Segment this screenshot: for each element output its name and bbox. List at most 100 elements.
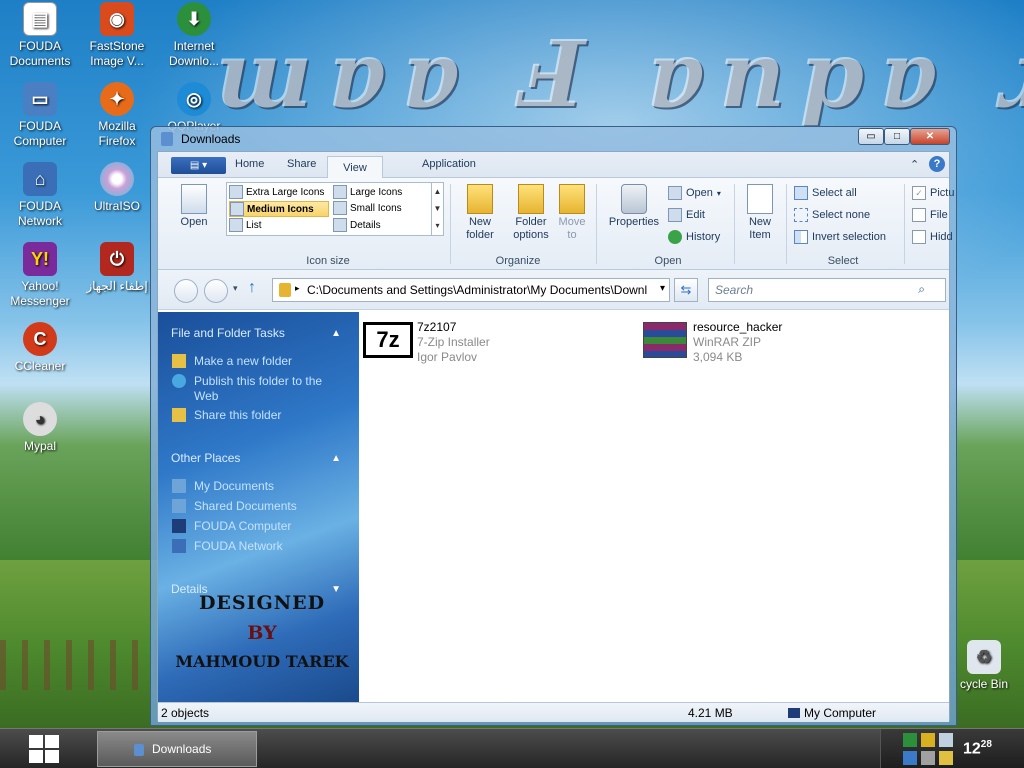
collapse-icon[interactable]: ▲ [331,328,341,339]
publish-web-icon [172,374,186,388]
back-button[interactable] [174,279,198,303]
move-to-button[interactable]: Move to [556,184,588,242]
place-computer[interactable]: FOUDA Computer [194,519,291,534]
group-label-select: Select [827,255,859,267]
edit-icon [668,208,682,222]
shutdown-icon: ⏻ [100,242,134,276]
help-icon[interactable]: ? [929,156,945,172]
taskbar-item-downloads[interactable]: Downloads [97,731,257,767]
pane-icon [181,184,207,214]
navigation-bar: ▾ ↑ ▸ C:\Documents and Settings\Administ… [158,270,949,310]
desktop-icon-documents[interactable]: ▤ FOUDA Documents [2,2,78,69]
tray-app-icon[interactable] [939,751,953,765]
tab-home[interactable]: Home [235,158,264,170]
taskbar: Downloads 1228 [0,728,1024,768]
forward-button[interactable] [204,279,228,303]
mypal-icon: ◕ [23,402,57,436]
windows-logo-icon [29,735,59,763]
layout-option-small[interactable]: Small Icons [333,201,429,215]
minimize-button[interactable]: ▭ [858,128,884,145]
search-input[interactable]: Search ⌕ [708,278,946,302]
desktop-icon-ultraiso[interactable]: UltraISO [79,162,155,214]
desktop-icon-faststone[interactable]: ◉ FastStone Image V... [79,2,155,69]
edit-button[interactable]: Edit [668,208,705,222]
tray-network-icon[interactable] [903,751,917,765]
file-tasks-heading[interactable]: File and Folder Tasks [171,326,285,340]
title-bar[interactable]: Downloads ▭ □ ✕ [151,127,956,151]
address-bar[interactable]: ▸ C:\Documents and Settings\Administrato… [272,278,670,302]
hidden-checkbox[interactable]: Hidd [912,230,953,244]
tab-application[interactable]: Application [422,158,476,170]
gallery-scroll[interactable]: ▲ ▼ ▾ [431,183,443,235]
file-checkbox[interactable]: File [912,208,948,222]
ccleaner-icon: C [23,322,57,356]
layout-option-details[interactable]: Details [333,218,429,232]
maximize-button[interactable]: □ [884,128,910,145]
task-make-folder[interactable]: Make a new folder [194,354,292,369]
history-button[interactable]: History [668,230,720,244]
task-share-folder[interactable]: Share this folder [194,408,281,423]
tab-view[interactable]: View [327,156,383,179]
layout-option-list[interactable]: List [229,218,329,232]
folder-options-button[interactable]: Folder options [508,184,554,242]
desktop-icon-shutdown[interactable]: ⏻ إطفاء الجهاز [79,242,155,294]
open-button[interactable]: Open ▾ [668,186,721,200]
file-menu-button[interactable]: ▤ ▾ [171,157,226,174]
task-publish-web[interactable]: Publish this folder to the Web [194,374,334,404]
status-location: My Computer [804,706,877,720]
properties-button[interactable]: Properties [604,184,664,229]
7zip-icon: 7z [363,322,413,358]
group-label-icon-size: Icon size [306,255,350,267]
desktop-icon-network[interactable]: ⌂ FOUDA Network [2,162,78,229]
layout-option-extra-large[interactable]: Extra Large Icons [229,185,329,199]
desktop-icon-computer[interactable]: ▭ FOUDA Computer [2,82,78,149]
layout-option-medium[interactable]: Medium Icons [229,201,329,217]
open-icon [668,186,682,200]
new-folder-button[interactable]: New folder [456,184,504,242]
network-icon [172,539,186,553]
collapse-icon[interactable]: ▲ [331,453,341,464]
new-folder-icon [467,184,493,214]
internet-download-icon: ⬇ [177,2,211,36]
invert-selection-button[interactable]: Invert selection [794,230,886,244]
close-button[interactable]: ✕ [910,128,950,145]
refresh-button[interactable]: ⇆ [674,278,698,302]
layout-gallery: Extra Large Icons Large Icons Medium Ico… [226,182,444,236]
status-bar: 2 objects 4.21 MB My Computer [158,702,949,722]
desktop-icon-yahoo-messenger[interactable]: Y! Yahoo! Messenger [2,242,78,309]
clock[interactable]: 1228 [963,739,992,758]
place-my-documents[interactable]: My Documents [194,479,274,494]
invert-selection-icon [794,230,808,244]
extra-large-icons-icon [229,185,243,199]
search-icon[interactable]: ⌕ [918,282,925,297]
layout-option-large[interactable]: Large Icons [333,185,429,199]
picture-checkbox[interactable]: ✓ Pictu [912,186,954,200]
recent-locations-icon[interactable]: ▾ [233,283,238,294]
desktop-icon-firefox[interactable]: ✦ Mozilla Firefox [79,82,155,149]
tray-volume-icon[interactable] [921,751,935,765]
select-none-button[interactable]: Select none [794,208,870,222]
place-network[interactable]: FOUDA Network [194,539,283,554]
desktop-icon-ccleaner[interactable]: C CCleaner [2,322,78,374]
open-pane-button[interactable]: Open [172,184,216,229]
tab-share[interactable]: Share [287,158,316,170]
desktop-icon-mypal[interactable]: ◕ Mypal [2,402,78,454]
address-dropdown-icon[interactable]: ▾ [657,283,665,294]
tray-app-icon[interactable] [921,733,935,747]
desktop-icon-internet-download[interactable]: ⬇ Internet Downlo... [156,2,232,69]
collapse-ribbon-icon[interactable]: ⌃ [910,158,919,171]
other-places-heading[interactable]: Other Places [171,451,240,465]
tray-app-icon[interactable] [903,733,917,747]
winrar-icon [643,322,687,358]
up-arrow-icon[interactable]: ↑ [248,279,256,297]
place-shared-documents[interactable]: Shared Documents [194,499,297,514]
wallpaper-text: ɯɐɐ Ⅎ ɐnpɐ ɹ [215,20,1024,128]
select-all-button[interactable]: Select all [794,186,857,200]
start-button[interactable] [28,733,60,765]
tray-app-icon[interactable] [939,733,953,747]
recycle-bin-icon: ♻ [967,640,1001,674]
details-icon [333,218,347,232]
new-item-button[interactable]: New Item [740,184,780,242]
desktop-icon-recycle-bin[interactable]: ♻ cycle Bin [946,640,1022,692]
ribbon-separator [450,184,451,264]
